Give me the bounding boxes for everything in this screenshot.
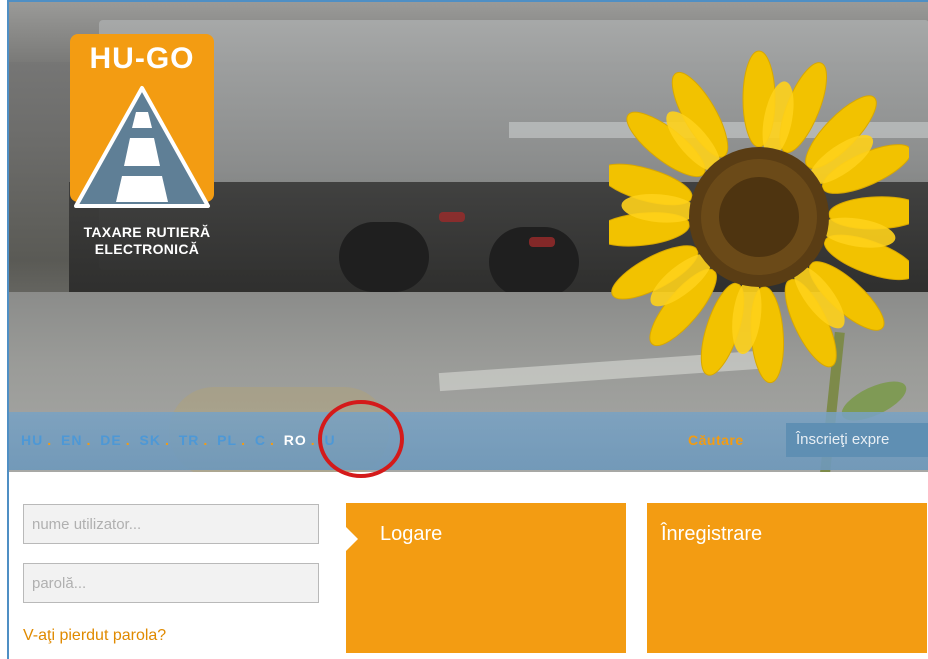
lang-separator: . (86, 432, 92, 448)
panel-notch (346, 527, 358, 551)
lang-tr[interactable]: TR (179, 432, 200, 448)
username-input[interactable] (23, 504, 319, 544)
sunflower-icon (609, 50, 909, 384)
lang-sk[interactable]: SK (139, 432, 160, 448)
lang-separator: . (125, 432, 131, 448)
hero-truck-light (529, 237, 555, 247)
lang-separator: . (241, 432, 246, 448)
hugo-logo[interactable]: HU-GO TAXARE RUTIERĂ ELECTRONICĂ (62, 34, 222, 274)
lang-separator: . (203, 432, 209, 448)
lost-password-link[interactable]: V-aţi pierdut parola? (23, 627, 166, 645)
register-express-button[interactable]: Înscrieţi expre (786, 423, 928, 457)
lang-pl[interactable]: PL (217, 432, 237, 448)
road-triangle-icon (74, 86, 210, 208)
lang-separator: . (164, 432, 170, 448)
password-input[interactable] (23, 563, 319, 603)
logo-brand: HU-GO (89, 42, 195, 75)
logo-tagline: TAXARE RUTIERĂ ELECTRONICĂ (62, 224, 232, 258)
lang-ro[interactable]: RO (284, 432, 307, 448)
lang-de[interactable]: DE (100, 432, 121, 448)
lang-separator: . (47, 432, 53, 448)
register-panel[interactable]: Înregistrare (647, 503, 927, 653)
hero-truck-light (439, 212, 465, 222)
login-panel-label: Logare (380, 523, 443, 545)
register-panel-label: Înregistrare (661, 523, 763, 545)
highlight-circle (318, 400, 404, 478)
logo-tagline-line1: TAXARE RUTIERĂ (83, 224, 211, 240)
lang-separator: . (269, 432, 275, 448)
logo-tagline-line2: ELECTRONICĂ (94, 241, 200, 257)
lang-c[interactable]: C (255, 432, 266, 448)
lang-hu[interactable]: HU (21, 432, 43, 448)
search-link[interactable]: Căutare (688, 432, 744, 448)
lang-en[interactable]: EN (61, 432, 82, 448)
lang-separator: . (310, 432, 316, 448)
hero-truck-wheel (339, 222, 429, 292)
login-panel[interactable]: Logare (346, 503, 626, 653)
language-selector: HU. EN. DE. SK. TR. PL. C. RO. U (21, 432, 340, 448)
